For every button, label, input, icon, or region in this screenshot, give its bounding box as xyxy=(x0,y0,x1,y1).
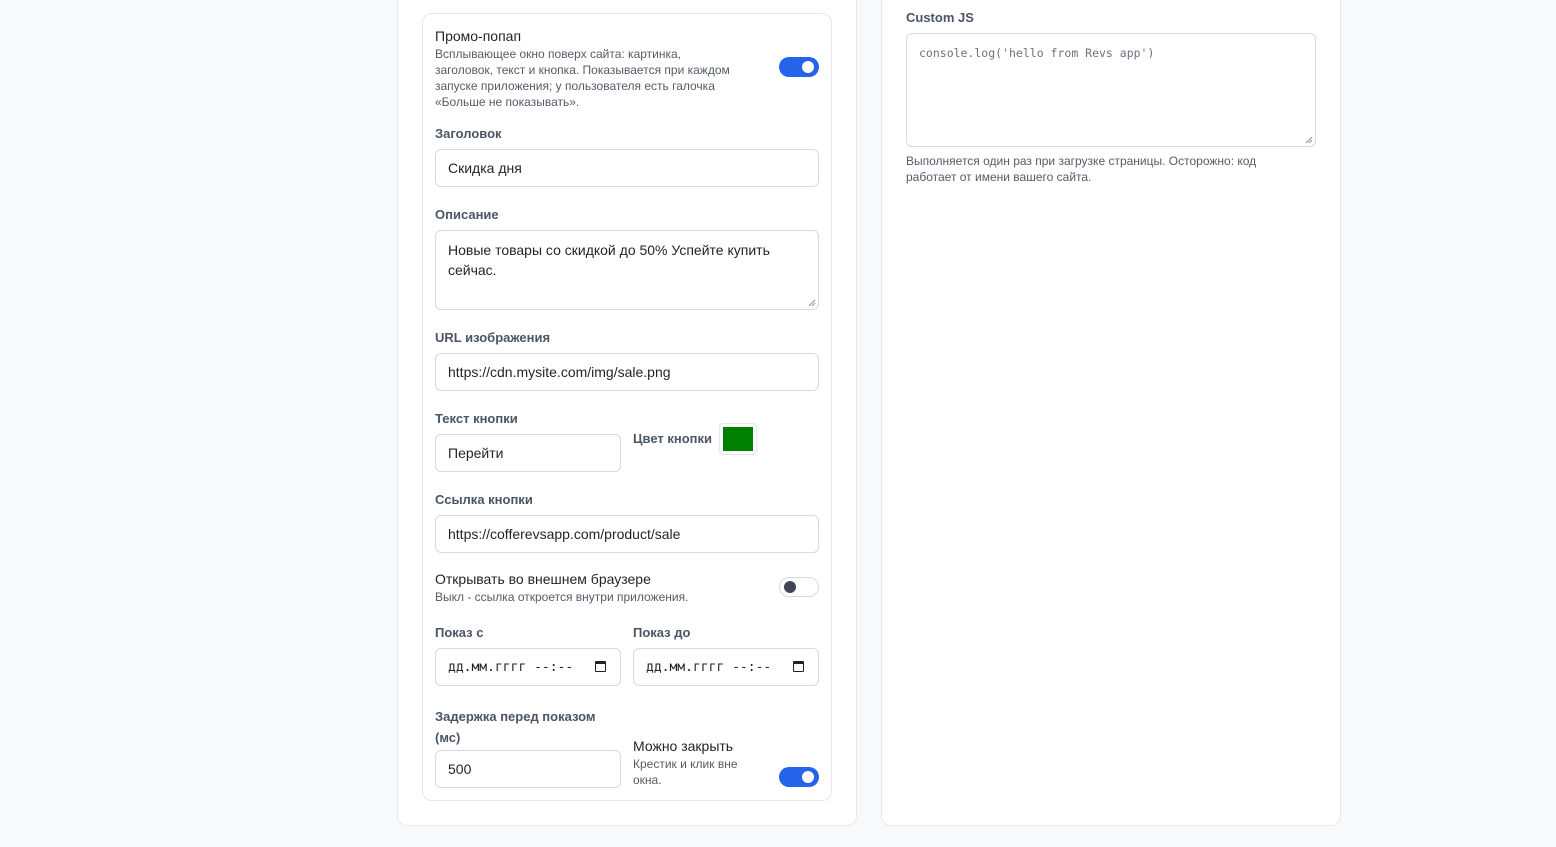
closable-help-line: Крестик и клик вне xyxy=(633,757,738,771)
show-from-placeholder: дд.мм.гггг --:-- xyxy=(448,659,574,675)
custom-js-label: Custom JS xyxy=(906,10,974,25)
image-url-label: URL изображения xyxy=(435,330,551,345)
image-url-value: https://cdn.mysite.com/img/sale.png xyxy=(448,364,671,380)
resize-grip-icon[interactable] xyxy=(1305,136,1313,144)
button-text-input[interactable]: Перейти xyxy=(435,434,621,472)
button-text-value: Перейти xyxy=(448,445,504,461)
promo-desc-line: «Больше не показывать». xyxy=(435,95,580,109)
promo-desc-line: запуске приложения; у пользователя есть … xyxy=(435,79,715,93)
button-color-label: Цвет кнопки xyxy=(633,431,713,446)
delay-label-line: Задержка перед показом xyxy=(435,709,596,724)
external-browser-toggle[interactable] xyxy=(779,577,819,597)
description-textarea[interactable]: Новые товары со скидкой до 50% Успейте к… xyxy=(435,230,819,310)
custom-js-help: Выполняется один раз при загрузке страни… xyxy=(906,153,1256,185)
calendar-icon[interactable] xyxy=(793,661,804,672)
description-line: Новые товары со скидкой до 50% Успейте к… xyxy=(448,242,770,258)
custom-js-help-line: Выполняется один раз при загрузке страни… xyxy=(906,154,1257,168)
button-text-label: Текст кнопки xyxy=(435,411,518,426)
external-browser-title: Открывать во внешнем браузере xyxy=(435,571,651,587)
custom-js-placeholder: console.log('hello from Revs app') xyxy=(919,46,1155,60)
closable-title: Можно закрыть xyxy=(633,738,734,754)
promo-popup-toggle[interactable] xyxy=(779,57,819,77)
description-label: Описание xyxy=(435,207,499,222)
closable-help: Крестик и клик вне окна. xyxy=(633,756,738,788)
promo-desc-line: Всплывающее окно поверх сайта: картинка, xyxy=(435,47,682,61)
show-to-input[interactable]: дд.мм.гггг --:-- xyxy=(633,648,819,686)
promo-desc-line: заголовок, текст и кнопка. Показывается … xyxy=(435,63,730,77)
heading-label: Заголовок xyxy=(435,126,502,141)
button-link-input[interactable]: https://cofferevsapp.com/product/sale xyxy=(435,515,819,553)
toggle-knob xyxy=(802,61,814,73)
delay-value: 500 xyxy=(448,761,472,777)
toggle-knob xyxy=(802,771,814,783)
image-url-input[interactable]: https://cdn.mysite.com/img/sale.png xyxy=(435,353,819,391)
heading-input[interactable]: Скидка дня xyxy=(435,149,819,187)
button-link-label: Ссылка кнопки xyxy=(435,492,533,507)
show-from-label: Показ с xyxy=(435,625,484,640)
delay-label-line: (мс) xyxy=(435,730,461,745)
closable-help-line: окна. xyxy=(633,773,662,787)
toggle-knob xyxy=(784,581,796,593)
button-color-swatch xyxy=(723,427,753,451)
promo-popup-title: Промо-попап xyxy=(435,28,522,44)
show-from-input[interactable]: дд.мм.гггг --:-- xyxy=(435,648,621,686)
delay-label: Задержка перед показом (мс) xyxy=(435,706,596,748)
promo-popup-description: Всплывающее окно поверх сайта: картинка,… xyxy=(435,46,775,110)
custom-js-textarea[interactable]: console.log('hello from Revs app') xyxy=(906,33,1316,147)
description-line: сейчас. xyxy=(448,262,497,278)
button-color-picker[interactable] xyxy=(719,423,757,455)
external-browser-help: Выкл - ссылка откроется внутри приложени… xyxy=(435,590,689,604)
resize-grip-icon[interactable] xyxy=(808,299,816,307)
show-to-label: Показ до xyxy=(633,625,691,640)
button-link-value: https://cofferevsapp.com/product/sale xyxy=(448,526,681,542)
closable-toggle[interactable] xyxy=(779,767,819,787)
calendar-icon[interactable] xyxy=(595,661,606,672)
heading-input-value: Скидка дня xyxy=(448,160,522,176)
custom-js-help-line: работает от имени вашего сайта. xyxy=(906,170,1092,184)
delay-input[interactable]: 500 xyxy=(435,750,621,788)
show-to-placeholder: дд.мм.гггг --:-- xyxy=(646,659,772,675)
